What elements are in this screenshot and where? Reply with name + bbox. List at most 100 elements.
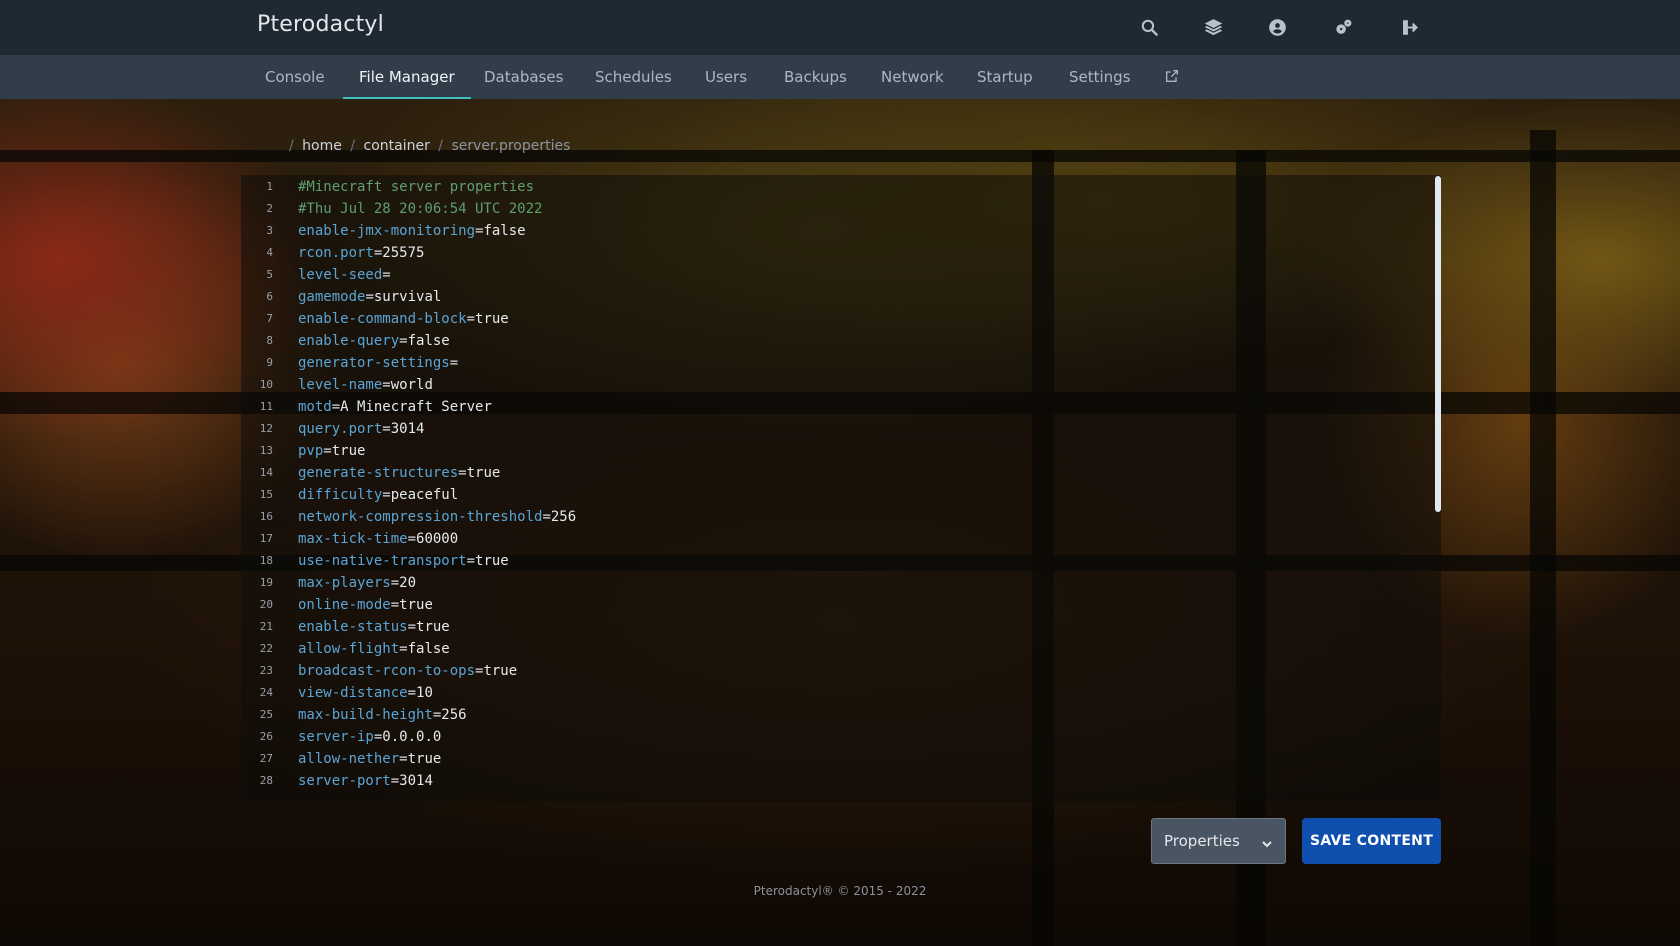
property-key: level-name — [298, 377, 383, 393]
property-key: server-ip — [298, 729, 374, 745]
editor-line[interactable]: 19 max-players=20 — [241, 572, 1441, 594]
line-code: enable-jmx-monitoring=false — [298, 220, 526, 242]
editor-line[interactable]: 2 #Thu Jul 28 20:06:54 UTC 2022 — [241, 198, 1441, 220]
editor-line[interactable]: 21 enable-status=true — [241, 616, 1441, 638]
editor-line[interactable]: 3 enable-jmx-monitoring=false — [241, 220, 1441, 242]
editor-line[interactable]: 10 level-name=world — [241, 374, 1441, 396]
editor-line[interactable]: 14 generate-structures=true — [241, 462, 1441, 484]
equals-sign: = — [466, 311, 476, 327]
tab-startup[interactable]: Startup — [961, 55, 1049, 99]
editor-line[interactable]: 22 allow-flight=false — [241, 638, 1441, 660]
property-value: 25575 — [382, 245, 425, 261]
editor-line[interactable]: 25 max-build-height=256 — [241, 704, 1441, 726]
editor-line[interactable]: 11 motd=A Minecraft Server — [241, 396, 1441, 418]
logout-icon[interactable] — [1398, 16, 1420, 38]
editor-line[interactable]: 18 use-native-transport=true — [241, 550, 1441, 572]
breadcrumb-container[interactable]: container — [364, 138, 430, 154]
tab-file-manager[interactable]: File Manager — [343, 55, 471, 99]
line-code: max-tick-time=60000 — [298, 528, 458, 550]
line-code: max-players=20 — [298, 572, 416, 594]
editor-line[interactable]: 16 network-compression-threshold=256 — [241, 506, 1441, 528]
line-number: 8 — [266, 334, 273, 347]
editor-line[interactable]: 23 broadcast-rcon-to-ops=true — [241, 660, 1441, 682]
line-number: 22 — [259, 642, 273, 655]
editor-line[interactable]: 6 gamemode=survival — [241, 286, 1441, 308]
equals-sign: = — [542, 509, 551, 525]
code-editor[interactable]: 1 #Minecraft server properties 2 #Thu Jul 2… — [241, 175, 1441, 802]
line-code: level-name=world — [298, 374, 433, 396]
line-code: generate-structures=true — [298, 462, 500, 484]
property-value: A Minecraft Server — [340, 399, 492, 415]
file-mode-select[interactable]: Properties — [1151, 818, 1286, 864]
tab-schedules[interactable]: Schedules — [579, 55, 688, 99]
equals-sign: = — [390, 575, 400, 591]
breadcrumb-home[interactable]: home — [302, 138, 342, 154]
property-value: 60000 — [416, 531, 459, 547]
brand-title[interactable]: Pterodactyl — [257, 12, 384, 37]
line-number: 6 — [266, 290, 273, 303]
editor-line[interactable]: 8 enable-query=false — [241, 330, 1441, 352]
property-key: enable-jmx-monitoring — [298, 223, 476, 239]
property-value: false — [483, 223, 526, 239]
equals-sign: = — [382, 421, 391, 437]
line-number: 28 — [259, 774, 273, 787]
property-value: false — [407, 333, 450, 349]
editor-line[interactable]: 7 enable-command-block=true — [241, 308, 1441, 330]
save-content-button[interactable]: SAVE CONTENT — [1302, 818, 1441, 864]
top-navbar: Pterodactyl — [0, 0, 1680, 55]
property-value: true — [475, 311, 509, 327]
line-number: 16 — [259, 510, 273, 523]
equals-sign: = — [407, 619, 417, 635]
editor-line[interactable]: 26 server-ip=0.0.0.0 — [241, 726, 1441, 748]
property-value: 3014 — [399, 773, 433, 789]
editor-line[interactable]: 15 difficulty=peaceful — [241, 484, 1441, 506]
settings-icon[interactable] — [1332, 16, 1354, 38]
editor-line[interactable]: 12 query.port=3014 — [241, 418, 1441, 440]
chevron-down-icon — [1261, 836, 1273, 848]
line-code: view-distance=10 — [298, 682, 433, 704]
editor-scrollbar[interactable] — [1435, 176, 1441, 512]
editor-line[interactable]: 28 server-port=3014 — [241, 770, 1441, 792]
property-value: true — [475, 553, 509, 569]
equals-sign: = — [390, 773, 400, 789]
tab-databases[interactable]: Databases — [468, 55, 579, 99]
line-code: #Minecraft server properties — [298, 176, 534, 198]
line-number: 25 — [259, 708, 273, 721]
editor-line[interactable]: 9 generator-settings= — [241, 352, 1441, 374]
line-code: online-mode=true — [298, 594, 433, 616]
property-value: 0.0.0.0 — [382, 729, 442, 745]
code-comment: #Thu Jul 28 20:06:54 UTC 2022 — [298, 201, 543, 217]
line-code: enable-command-block=true — [298, 308, 509, 330]
file-mode-select-value: Properties — [1164, 832, 1240, 850]
line-number: 13 — [259, 444, 273, 457]
tab-backups[interactable]: Backups — [768, 55, 863, 99]
editor-line[interactable]: 13 pvp=true — [241, 440, 1441, 462]
search-icon[interactable] — [1138, 16, 1160, 38]
breadcrumb-separator: / — [438, 138, 444, 154]
account-icon[interactable] — [1266, 16, 1288, 38]
tab-console[interactable]: Console — [249, 55, 341, 99]
property-key: max-tick-time — [298, 531, 408, 547]
editor-line[interactable]: 27 allow-nether=true — [241, 748, 1441, 770]
layers-icon[interactable] — [1202, 16, 1224, 38]
equals-sign: = — [382, 487, 391, 503]
tab-users[interactable]: Users — [689, 55, 763, 99]
property-key: max-players — [298, 575, 391, 591]
editor-line[interactable]: 5 level-seed= — [241, 264, 1441, 286]
line-code: pvp=true — [298, 440, 365, 462]
line-code: use-native-transport=true — [298, 550, 509, 572]
property-key: enable-command-block — [298, 311, 467, 327]
line-code: enable-status=true — [298, 616, 450, 638]
line-number: 24 — [259, 686, 273, 699]
tab-network[interactable]: Network — [865, 55, 960, 99]
editor-line[interactable]: 1 #Minecraft server properties — [241, 176, 1441, 198]
property-key: allow-nether — [298, 751, 400, 767]
equals-sign: = — [399, 751, 408, 767]
external-link-icon[interactable] — [1164, 68, 1182, 86]
tab-settings[interactable]: Settings — [1053, 55, 1147, 99]
editor-line[interactable]: 17 max-tick-time=60000 — [241, 528, 1441, 550]
editor-line[interactable]: 4 rcon.port=25575 — [241, 242, 1441, 264]
line-code: level-seed= — [298, 264, 391, 286]
editor-line[interactable]: 20 online-mode=true — [241, 594, 1441, 616]
editor-line[interactable]: 24 view-distance=10 — [241, 682, 1441, 704]
